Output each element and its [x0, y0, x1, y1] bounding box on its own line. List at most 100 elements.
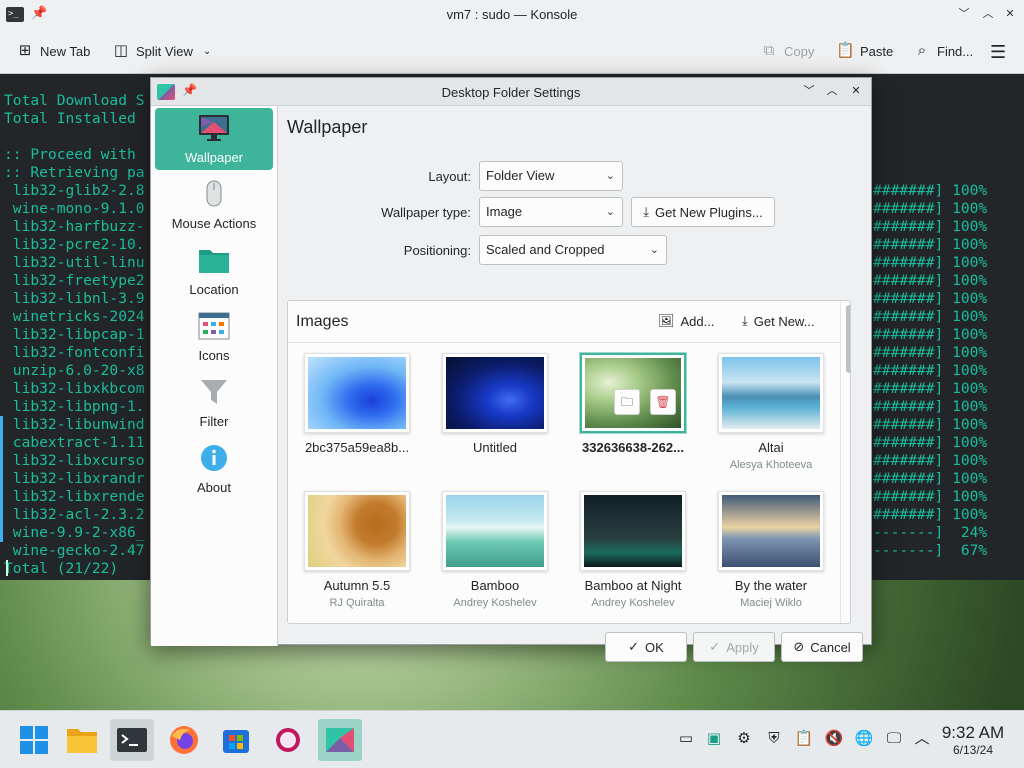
start-menu-button[interactable]	[12, 719, 56, 761]
wallpaper-name: Bamboo at Night	[584, 578, 682, 593]
sidebar-label: Icons	[198, 348, 230, 363]
desktop-folder-settings-dialog: 📌 Desktop Folder Settings ﹀ ︿ ✕ Wallpape…	[150, 77, 872, 662]
wallpaper-type-value: Image	[486, 204, 523, 219]
wallpaper-name: Bamboo	[470, 578, 520, 593]
wallpaper-tile[interactable]: By the water Maciej Wiklo	[706, 481, 836, 615]
wallpaper-tile[interactable]: Untitled	[430, 343, 560, 477]
terminal-marker	[0, 416, 3, 542]
sidebar-item-about[interactable]: About	[155, 438, 273, 500]
chevron-down-icon: ⌄	[649, 244, 659, 256]
firefox-task[interactable]	[162, 719, 206, 761]
volume-muted-icon[interactable]: 🔇	[824, 729, 844, 749]
positioning-value: Scaled and Cropped	[486, 242, 605, 257]
wallpaper-type-label: Wallpaper type:	[381, 205, 471, 220]
split-view-label: Split View	[136, 43, 193, 59]
copy-button[interactable]: ⧉ Copy	[760, 42, 815, 60]
add-image-button[interactable]: 🖼 Add...	[658, 313, 714, 329]
wallpaper-tile[interactable]: Bamboo Andrey Koshelev	[430, 481, 560, 615]
wallpaper-type-combobox[interactable]: Image ⌄	[479, 197, 623, 227]
file-manager-task[interactable]	[60, 719, 104, 761]
apply-label: Apply	[726, 639, 759, 655]
terminal-output-right: #######] 100% #######] 100% #######] 100…	[873, 182, 988, 559]
settings-task[interactable]	[318, 719, 362, 761]
wallpaper-name: Autumn 5.5	[323, 578, 391, 593]
settings-app-icon	[326, 728, 354, 752]
chevron-down-icon: ⌄	[605, 206, 615, 218]
sidebar-item-wallpaper[interactable]: Wallpaper	[155, 108, 273, 170]
scrollbar-thumb[interactable]	[846, 305, 850, 373]
konsole-task[interactable]	[110, 719, 154, 761]
wallpaper-thumbnail	[580, 491, 686, 571]
close-icon[interactable]: ✕	[1002, 6, 1018, 22]
monitor-icon	[199, 115, 229, 141]
shield-icon[interactable]: ⛨	[764, 729, 784, 749]
wallpaper-thumbnail	[442, 353, 548, 433]
paste-label: Paste	[860, 43, 894, 59]
sidebar-item-icons[interactable]: Icons	[155, 306, 273, 368]
checkmark-icon: ✓	[709, 639, 721, 654]
sidebar-item-location[interactable]: Location	[155, 240, 273, 302]
wallpaper-name: Untitled	[472, 440, 518, 455]
get-new-wallpapers-button[interactable]: ⤓ Get New...	[742, 313, 814, 329]
dialog-titlebar: 📌 Desktop Folder Settings ﹀ ︿ ✕	[151, 78, 871, 106]
clock-time[interactable]: 9:32 AM	[926, 723, 1020, 743]
wallpaper-author: Andrey Koshelev	[591, 597, 675, 609]
minimize-icon[interactable]: ﹀	[801, 83, 817, 99]
download-icon: ⤓	[742, 313, 748, 328]
add-image-icon: 🖼	[658, 313, 675, 328]
get-new-plugins-button[interactable]: ⤓ Get New Plugins...	[631, 197, 775, 227]
maximize-icon[interactable]: ︿	[980, 6, 996, 22]
images-title: Images	[296, 313, 349, 330]
split-view-button[interactable]: ◫ Split View ⌄	[112, 42, 211, 60]
clipboard-app-icon[interactable]: ▣	[704, 729, 724, 749]
konsole-titlebar: >_ 📌 vm7 : sudo — Konsole ﹀ ︿ ✕	[0, 0, 1024, 30]
close-icon[interactable]: ✕	[848, 83, 864, 99]
display-icon[interactable]: 🖵	[884, 729, 904, 749]
wallpaper-tile[interactable]: 2bc375a59ea8b...	[292, 343, 422, 477]
trash-icon[interactable]: 🗑	[650, 389, 676, 415]
minimize-icon[interactable]: ﹀	[956, 6, 972, 22]
sidebar-item-filter[interactable]: Filter	[155, 372, 273, 434]
network-icon[interactable]: 🌐	[854, 729, 874, 749]
positioning-label: Positioning:	[403, 243, 471, 258]
chevron-down-icon: ⌄	[605, 170, 615, 182]
app-ring-icon	[276, 728, 300, 752]
sidebar-item-mouse-actions[interactable]: Mouse Actions	[155, 174, 273, 236]
store-task[interactable]	[214, 719, 258, 761]
positioning-combobox[interactable]: Scaled and Cropped ⌄	[479, 235, 667, 265]
folder-icon	[199, 250, 229, 273]
kde-connect-icon[interactable]: ⚙	[734, 729, 754, 749]
wallpaper-tile-selected[interactable]: 🗀 🗑 332636638-262...	[568, 343, 698, 477]
wallpaper-author: RJ Quiralta	[329, 597, 385, 609]
windows-logo-icon	[20, 726, 48, 754]
apply-button[interactable]: ✓ Apply	[693, 632, 775, 662]
new-tab-button[interactable]: ⊞ New Tab	[16, 42, 91, 60]
cancel-button[interactable]: ⊘ Cancel	[781, 632, 863, 662]
hamburger-menu-icon[interactable]: ☰	[990, 42, 1006, 63]
copy-icon: ⧉	[763, 42, 775, 59]
layout-combobox[interactable]: Folder View ⌄	[479, 161, 623, 191]
clock-date[interactable]: 6/13/24	[926, 743, 1020, 757]
wallpaper-tile[interactable]: Autumn 5.5 RJ Quiralta	[292, 481, 422, 615]
chevron-down-icon: ⌄	[202, 45, 212, 57]
wallpaper-tile[interactable]: Altai Alesya Khoteeva	[706, 343, 836, 477]
wallpaper-name: 2bc375a59ea8b...	[304, 440, 410, 455]
paste-button[interactable]: 📋 Paste	[836, 42, 893, 60]
maximize-icon[interactable]: ︿	[824, 83, 840, 99]
ok-button[interactable]: ✓ OK	[605, 632, 687, 662]
wallpaper-tile[interactable]: Bamboo at Night Andrey Koshelev	[568, 481, 698, 615]
wallpaper-name: 332636638-262...	[582, 440, 684, 455]
paste-icon: 📋	[836, 42, 855, 59]
open-folder-icon[interactable]: 🗀	[614, 389, 640, 415]
find-button[interactable]: ⌕ Find...	[913, 42, 973, 60]
get-new-label: Get New...	[753, 313, 815, 329]
wallpaper-name: By the water	[734, 578, 808, 593]
window-title: vm7 : sudo — Konsole	[446, 7, 578, 22]
app-task[interactable]	[266, 719, 310, 761]
wallpaper-name: Altai	[758, 440, 784, 455]
show-desktop-icon[interactable]: ▭	[676, 729, 696, 749]
wallpaper-author: Andrey Koshelev	[453, 597, 537, 609]
clipboard-icon[interactable]: 📋	[794, 729, 814, 749]
search-icon: ⌕	[917, 42, 927, 59]
terminal-output-left: Total Download S Total Installed :: Proc…	[4, 92, 145, 577]
